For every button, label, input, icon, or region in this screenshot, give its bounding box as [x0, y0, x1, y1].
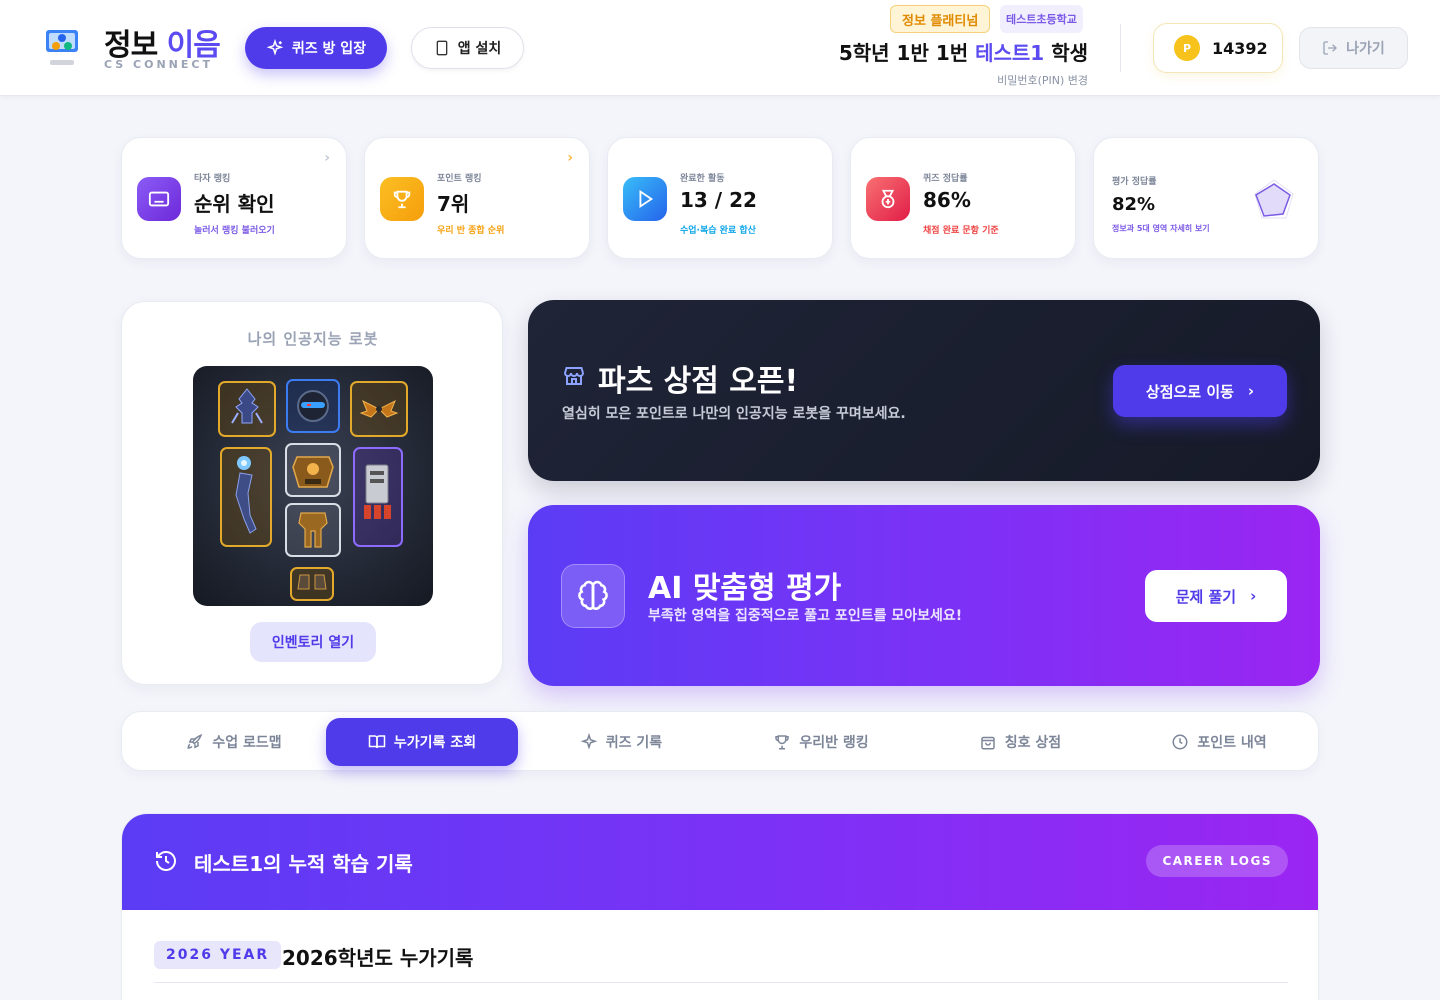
year-badge: 2026 YEAR: [154, 941, 282, 969]
logout-icon: [1323, 41, 1338, 55]
open-inventory-button[interactable]: 인벤토리 열기: [250, 622, 376, 662]
shop-banner-title: 파츠 상점 오픈!: [598, 364, 799, 399]
divider: [154, 982, 1288, 983]
tab-class-roadmap[interactable]: 수업 로드맵: [138, 718, 330, 766]
tablet-icon: [436, 40, 448, 56]
career-logs-title: 테스트1의 누적 학습 기록: [194, 852, 413, 876]
stat-card-completed-activities: 완료한 활동 13 / 22 수업·복습 완료 합산: [607, 137, 833, 259]
medal-icon: [866, 177, 910, 221]
robot-slot-left-arm[interactable]: [220, 447, 272, 547]
stat-card-assessment-accuracy[interactable]: 평가 정답률 82% 정보과 5대 영역 자세히 보기: [1093, 137, 1319, 259]
robot-preview[interactable]: [193, 366, 433, 606]
tab-class-ranking[interactable]: 우리반 랭킹: [725, 718, 917, 766]
stat-card-typing-rank[interactable]: 타자 랭킹 순위 확인 놀러서 랭킹 불러오기 ›: [121, 137, 347, 259]
stat-card-point-rank[interactable]: 포인트 랭킹 7위 우리 반 종합 순위 ›: [364, 137, 590, 259]
tab-title-shop[interactable]: 칭호 상점: [924, 718, 1116, 766]
ai-robot-card: 나의 인공지능 로봇 인벤토리 열기: [121, 301, 503, 685]
tier-badge: 정보 플래티넘: [890, 5, 991, 33]
ai-assessment-banner: AI 맞춤형 평가 부족한 영역을 집중적으로 풀고 포인트를 모아보세요! 문…: [528, 505, 1320, 686]
install-app-button[interactable]: 앱 설치: [411, 27, 524, 69]
go-to-shop-button[interactable]: 상점으로 이동 ›: [1113, 365, 1287, 417]
book-icon: [368, 735, 386, 749]
change-pin-link[interactable]: 비밀번호(PIN) 변경: [997, 72, 1088, 88]
robot-slot-right-arm[interactable]: [353, 447, 403, 547]
solve-problems-button[interactable]: 문제 풀기 ›: [1145, 570, 1287, 622]
ai-banner-description: 부족한 영역을 집중적으로 풀고 포인트를 모아보세요!: [648, 608, 963, 624]
store-icon: [564, 367, 584, 385]
shopping-bag-icon: [981, 736, 995, 750]
app-logo[interactable]: [40, 24, 84, 72]
logo-subtitle: CS CONNECT: [104, 58, 213, 71]
tab-point-history[interactable]: 포인트 내역: [1123, 718, 1315, 766]
rocket-icon: [187, 733, 203, 749]
chevron-right-icon: ›: [567, 150, 573, 166]
main-tab-bar: 수업 로드맵 누가기록 조회 퀴즈 기록 우리반 랭킹 칭호 상점 포인트 내역: [121, 711, 1319, 771]
robot-slot-face[interactable]: [286, 379, 340, 433]
chevron-right-icon: ›: [1250, 587, 1257, 605]
keyboard-icon: [137, 177, 181, 221]
coin-icon: P: [1174, 35, 1200, 61]
tab-cumulative-records[interactable]: 누가기록 조회: [326, 718, 518, 766]
trophy-icon: [775, 735, 790, 750]
play-icon: [623, 177, 667, 221]
radar-chart-icon: [1254, 179, 1294, 219]
points-display: P 14392: [1153, 23, 1283, 73]
trophy-icon: [380, 177, 424, 221]
exit-button[interactable]: 나가기: [1299, 27, 1408, 69]
chevron-right-icon: ›: [324, 150, 330, 166]
ai-banner-title: AI 맞춤형 평가: [648, 571, 842, 606]
chevron-right-icon: ›: [1247, 382, 1255, 400]
year-records-title: 2026학년도 누가기록: [282, 946, 474, 970]
school-name: 테스트초등학교: [1000, 5, 1083, 33]
history-icon: [156, 851, 176, 871]
career-logs-section: 테스트1의 누적 학습 기록 CAREER LOGS 2026 YEAR 202…: [121, 813, 1319, 1000]
brain-icon: [561, 564, 625, 628]
quiz-room-button[interactable]: 퀴즈 방 입장: [245, 27, 387, 69]
robot-slot-feet[interactable]: [290, 567, 334, 601]
robot-slot-wings[interactable]: [350, 381, 408, 437]
shop-banner-description: 열심히 모은 포인트로 나만의 인공지능 로봇을 꾸며보세요.: [562, 406, 906, 422]
top-header: 정보 이음 CS CONNECT 퀴즈 방 입장 앱 설치 정보 플래티넘 테스…: [0, 0, 1440, 96]
header-divider: [1120, 24, 1121, 72]
robot-slot-legs[interactable]: [285, 503, 341, 557]
sparkle-icon: [266, 39, 284, 56]
clock-icon: [1172, 734, 1188, 750]
robot-slot-head[interactable]: [218, 381, 276, 437]
sparkle-icon: [580, 733, 598, 750]
robot-slot-body[interactable]: [285, 443, 341, 497]
career-logs-badge: CAREER LOGS: [1146, 845, 1288, 877]
points-value: 14392: [1212, 38, 1268, 58]
student-info: 5학년 1반 1번 테스트1 학생: [838, 41, 1088, 65]
stat-card-quiz-accuracy: 퀴즈 정답률 86% 채점 완료 문항 기준: [850, 137, 1076, 259]
robot-title: 나의 인공지능 로봇: [247, 330, 379, 348]
tab-quiz-records[interactable]: 퀴즈 기록: [525, 718, 717, 766]
career-logs-header: 테스트1의 누적 학습 기록 CAREER LOGS: [122, 814, 1318, 910]
parts-shop-banner: 파츠 상점 오픈! 열심히 모은 포인트로 나만의 인공지능 로봇을 꾸며보세요…: [528, 300, 1320, 481]
